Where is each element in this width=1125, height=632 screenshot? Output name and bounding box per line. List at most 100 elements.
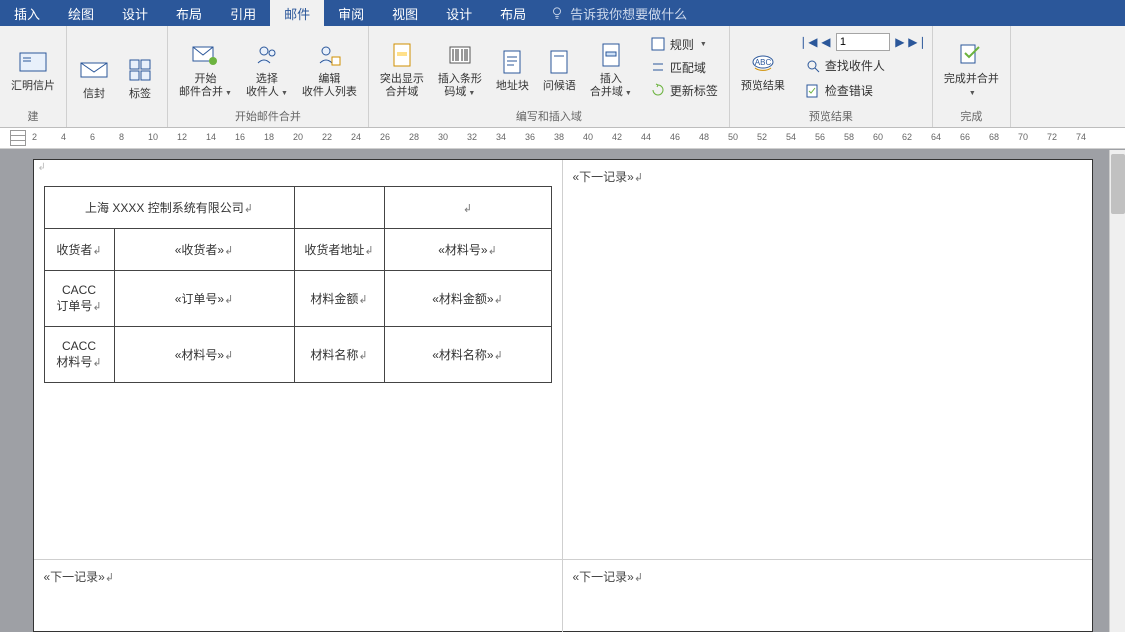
envelope-icon (78, 54, 110, 86)
ruler-tick: 64 (931, 132, 941, 142)
vertical-scrollbar[interactable] (1109, 150, 1125, 632)
edit-list-icon (313, 39, 345, 71)
chevron-down-icon: ▼ (625, 90, 632, 97)
rules-button[interactable]: 规则▼ (645, 34, 712, 55)
ruler-tick: 58 (844, 132, 854, 142)
merge-field: «材料号»↲ (384, 229, 551, 271)
ruler-tick: 12 (177, 132, 187, 142)
address-block-button[interactable]: 地址块 (491, 41, 534, 94)
table-title: 上海 XXXX 控制系统有限公司↲ (44, 187, 294, 229)
row-label: 收货者地址↲ (294, 229, 384, 271)
ruler-tick: 4 (61, 132, 66, 142)
tab-insert[interactable]: 插入 (0, 0, 54, 26)
ruler-tick: 16 (235, 132, 245, 142)
chevron-down-icon: ▼ (700, 41, 707, 48)
start-mail-merge-button[interactable]: 开始 邮件合并▼ (174, 34, 237, 101)
ruler-tick: 68 (989, 132, 999, 142)
record-number-input[interactable] (836, 33, 890, 51)
tab-view[interactable]: 视图 (378, 0, 432, 26)
greeting-line-button[interactable]: 问候语 (538, 41, 581, 94)
ruler-tick: 18 (264, 132, 274, 142)
ruler-tick: 48 (699, 132, 709, 142)
ruler-tick: 6 (90, 132, 95, 142)
preview-icon: ABC (747, 46, 779, 78)
update-labels-button[interactable]: 更新标签 (645, 80, 723, 101)
next-record-field: «下一记录»↲ (573, 570, 644, 584)
ruler-tick: 26 (380, 132, 390, 142)
next-record-field: «下一记录»↲ (44, 570, 115, 584)
ruler-tick: 44 (641, 132, 651, 142)
scrollbar-thumb[interactable] (1111, 154, 1125, 214)
ribbon: 汇明信片 建 信封 标签 开始 邮件合并▼ 选择 收件人▼ (0, 26, 1125, 128)
ribbon-group-create: 汇明信片 建 (0, 26, 67, 127)
mail-merge-icon (189, 39, 221, 71)
ruler-tick: 8 (119, 132, 124, 142)
ruler-tick: 36 (525, 132, 535, 142)
merge-field: «材料名称»↲ (384, 327, 551, 383)
find-recipient-button[interactable]: 查找收件人 (800, 55, 926, 76)
edit-recipient-list-button[interactable]: 编辑 收件人列表 (297, 34, 362, 100)
tell-me-placeholder: 告诉我你想要做什么 (570, 4, 687, 23)
document-area[interactable]: ↲ 上海 XXXX 控制系统有限公司↲↲ 收货者↲ «收货者»↲ 收货者地址↲ … (0, 149, 1125, 632)
highlight-merge-fields-button[interactable]: 突出显示 合并域 (375, 34, 429, 100)
search-icon (805, 58, 821, 74)
tell-me-search[interactable]: 告诉我你想要做什么 (540, 0, 687, 26)
labels-button[interactable]: 标签 (119, 49, 161, 102)
label-sheet: ↲ 上海 XXXX 控制系统有限公司↲↲ 收货者↲ «收货者»↲ 收货者地址↲ … (33, 159, 1093, 632)
finish-merge-button[interactable]: 完成并合并▼ (939, 34, 1004, 101)
ruler-tick: 2 (32, 132, 37, 142)
prev-record-button[interactable]: ◀ (818, 34, 834, 50)
match-fields-button[interactable]: 匹配域 (645, 57, 711, 78)
tab-design[interactable]: 设计 (108, 0, 162, 26)
insert-merge-field-button[interactable]: 插入 合并域▼ (585, 34, 637, 101)
tab-references[interactable]: 引用 (216, 0, 270, 26)
label-cell-4[interactable]: «下一记录»↲ (563, 560, 1092, 632)
postcard-icon (17, 46, 49, 78)
ribbon-tabs: 插入 绘图 设计 布局 引用 邮件 审阅 视图 设计 布局 告诉我你想要做什么 (0, 0, 1125, 26)
group-label-create: 建 (6, 106, 60, 127)
label-cell-2[interactable]: «下一记录»↲ (563, 160, 1092, 560)
next-record-button[interactable]: ▶ (892, 34, 908, 50)
ruler-tick: 52 (757, 132, 767, 142)
label-cell-1[interactable]: ↲ 上海 XXXX 控制系统有限公司↲↲ 收货者↲ «收货者»↲ 收货者地址↲ … (34, 160, 563, 560)
greeting-icon (543, 46, 575, 78)
postcard-button[interactable]: 汇明信片 (6, 41, 60, 94)
select-recipients-button[interactable]: 选择 收件人▼ (241, 34, 293, 101)
merge-field: «材料号»↲ (114, 327, 294, 383)
ruler-tick: 14 (206, 132, 216, 142)
ribbon-group-write-insert: 突出显示 合并域 插入条形 码域▼ 地址块 问候语 插入 合并域▼ 规则▼ 匹配… (369, 26, 730, 127)
last-record-button[interactable]: ▶❘ (910, 34, 926, 50)
highlight-icon (386, 39, 418, 71)
recipients-icon (251, 39, 283, 71)
barcode-field-button[interactable]: 插入条形 码域▼ (433, 34, 487, 101)
ruler-tick: 46 (670, 132, 680, 142)
row-label: 收货者↲ (44, 229, 114, 271)
tab-review[interactable]: 审阅 (324, 0, 378, 26)
tab-layout2[interactable]: 布局 (486, 0, 540, 26)
label-icon (124, 54, 156, 86)
rules-icon (650, 36, 666, 52)
envelope-button[interactable]: 信封 (73, 49, 115, 102)
ruler-tick: 32 (467, 132, 477, 142)
tab-design2[interactable]: 设计 (432, 0, 486, 26)
chevron-down-icon: ▼ (468, 90, 475, 97)
match-icon (650, 59, 666, 75)
preview-results-button[interactable]: ABC 预览结果 (736, 41, 790, 94)
check-errors-button[interactable]: 检查错误 (800, 80, 926, 101)
label-cell-3[interactable]: «下一记录»↲ (34, 560, 563, 632)
ribbon-group-start-merge: 开始 邮件合并▼ 选择 收件人▼ 编辑 收件人列表 开始邮件合并 (168, 26, 369, 127)
tab-layout[interactable]: 布局 (162, 0, 216, 26)
check-icon (805, 83, 821, 99)
ruler-tick: 56 (815, 132, 825, 142)
ruler-tick: 60 (873, 132, 883, 142)
ruler-tick: 40 (583, 132, 593, 142)
record-navigator: ❘◀ ◀ ▶ ▶❘ (800, 33, 926, 51)
horizontal-ruler[interactable]: 2468101214161820222426283032343638404244… (0, 128, 1125, 149)
tab-draw[interactable]: 绘图 (54, 0, 108, 26)
tab-mailings[interactable]: 邮件 (270, 0, 324, 26)
finish-icon (955, 39, 987, 71)
merge-field-icon (595, 39, 627, 71)
ruler-tick: 10 (148, 132, 158, 142)
first-record-button[interactable]: ❘◀ (800, 34, 816, 50)
ruler-tick: 28 (409, 132, 419, 142)
